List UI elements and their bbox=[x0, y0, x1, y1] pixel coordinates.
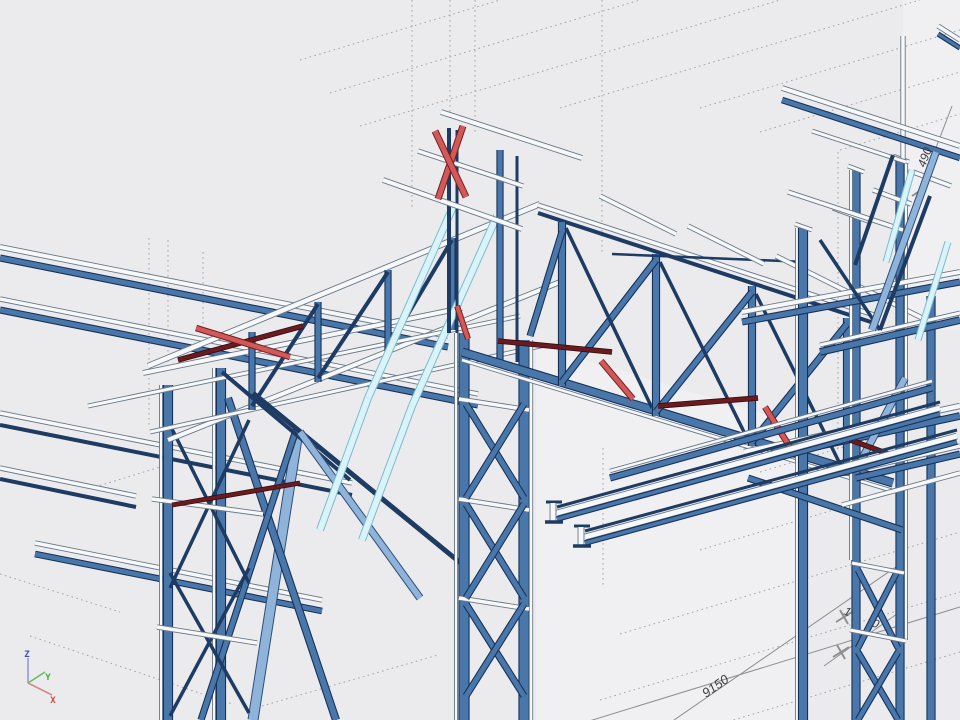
steel-member-blue[interactable] bbox=[0, 310, 478, 405]
grid-line bbox=[262, 655, 438, 706]
grid-line bbox=[330, 0, 640, 93]
x-axis-line bbox=[28, 683, 52, 695]
grid-line bbox=[560, 0, 920, 108]
x-axis-label: X bbox=[50, 696, 56, 706]
steel-beam-white[interactable] bbox=[788, 192, 903, 230]
y-axis-line bbox=[28, 672, 45, 683]
grid-line bbox=[360, 0, 780, 126]
z-axis-label: Z bbox=[24, 650, 30, 660]
axis-triad-icon: Z Y X bbox=[24, 650, 56, 706]
steel-beam-white[interactable] bbox=[418, 151, 523, 186]
y-axis-label: Y bbox=[45, 673, 51, 683]
steel-structure[interactable] bbox=[0, 26, 960, 720]
model-view-svg[interactable]: 1 0 9150 490 Z Y X bbox=[0, 0, 960, 720]
grid-line bbox=[30, 636, 232, 704]
grid-line bbox=[0, 574, 120, 612]
grid-line bbox=[95, 467, 160, 487]
member-dark-red[interactable] bbox=[172, 483, 300, 505]
cad-viewport[interactable]: 1 0 9150 490 Z Y X bbox=[0, 0, 960, 720]
